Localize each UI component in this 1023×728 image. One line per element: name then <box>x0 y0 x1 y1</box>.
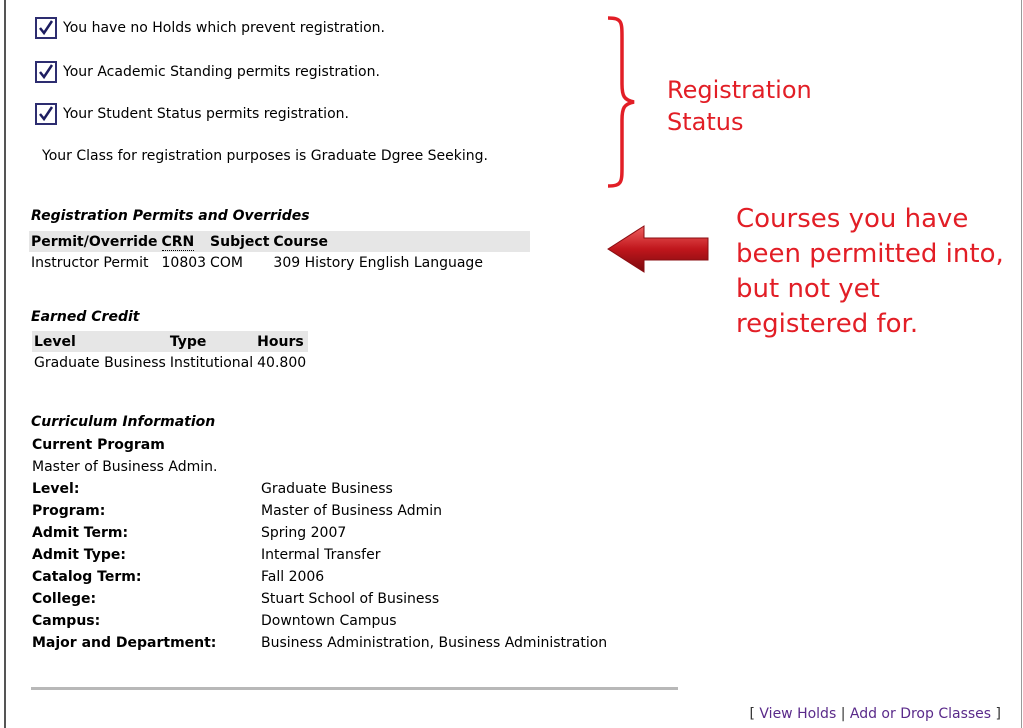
curriculum-row: Campus: Downtown Campus <box>32 610 607 632</box>
permits-table: Permit/Override CRN Subject Course Instr… <box>29 231 531 274</box>
section-divider <box>31 687 678 690</box>
curriculum-title: Curriculum Information <box>31 414 216 430</box>
earned-credit-title: Earned Credit <box>31 309 140 325</box>
earned-credit-table: Level Type Hours Graduate Business Insti… <box>32 331 309 374</box>
admit-term-value: Spring 2007 <box>261 525 347 541</box>
footer-bracket-open: [ <box>749 706 755 722</box>
student-status-text: Your Student Status permits registration… <box>63 106 349 122</box>
admit-term-label: Admit Term: <box>32 525 129 541</box>
curriculum-row: Admit Term: Spring 2007 <box>32 522 607 544</box>
level-value: Graduate Business <box>261 481 393 497</box>
campus-value: Downtown Campus <box>261 613 397 629</box>
class-statement: Your Class for registration purposes is … <box>42 148 488 164</box>
holds-status: You have no Holds which prevent registra… <box>35 17 385 39</box>
table-row: Graduate Business Institutional 40.800 <box>32 352 308 374</box>
course-cell: 309 History English Language <box>273 255 483 271</box>
left-arrow-icon <box>607 225 709 273</box>
current-program-label: Current Program <box>32 437 165 453</box>
academic-standing-text: Your Academic Standing permits registrat… <box>63 64 380 80</box>
registration-status-annotation: Registration Status <box>667 76 812 136</box>
curriculum-row: Program: Master of Business Admin <box>32 500 607 522</box>
curriculum-row: Level: Graduate Business <box>32 478 607 500</box>
level-cell: Graduate Business <box>34 355 166 371</box>
current-program-value: Master of Business Admin. <box>32 459 218 475</box>
check-icon <box>35 61 57 83</box>
crn-cell: 10803 <box>161 255 207 271</box>
curriculum-row: Admit Type: Intermal Transfer <box>32 544 607 566</box>
permits-header-row: Permit/Override CRN Subject Course <box>29 231 531 252</box>
add-drop-classes-link[interactable]: Add or Drop Classes <box>850 706 991 722</box>
view-holds-link[interactable]: View Holds <box>759 706 836 722</box>
hours-column-header: Hours <box>255 331 309 352</box>
type-column-header: Type <box>167 331 256 352</box>
level-label: Level: <box>32 481 80 497</box>
footer-links: [ View Holds | Add or Drop Classes ] <box>749 706 1001 722</box>
table-row: Instructor Permit 10803 COM 309 History … <box>29 252 530 274</box>
curriculum-row: Major and Department: Business Administr… <box>32 632 607 654</box>
student-status: Your Student Status permits registration… <box>35 103 349 125</box>
permit-cell: Instructor Permit <box>31 255 149 271</box>
permits-title: Registration Permits and Overrides <box>31 208 310 224</box>
earned-header-row: Level Type Hours <box>32 331 309 352</box>
program-value: Master of Business Admin <box>261 503 443 519</box>
holds-status-text: You have no Holds which prevent registra… <box>63 20 385 36</box>
admit-type-label: Admit Type: <box>32 547 126 563</box>
footer-bracket-close: ] <box>995 706 1001 722</box>
program-label: Program: <box>32 503 106 519</box>
major-department-label: Major and Department: <box>32 635 217 651</box>
admit-type-value: Intermal Transfer <box>261 547 381 563</box>
curriculum-row: College: Stuart School of Business <box>32 588 607 610</box>
permitted-courses-annotation: Courses you have been permitted into, bu… <box>736 204 1004 339</box>
current-program-value-row: Master of Business Admin. <box>32 456 607 478</box>
academic-standing-status: Your Academic Standing permits registrat… <box>35 61 380 83</box>
college-label: College: <box>32 591 97 607</box>
campus-label: Campus: <box>32 613 101 629</box>
catalog-term-label: Catalog Term: <box>32 569 142 585</box>
type-cell: Institutional <box>169 355 254 371</box>
crn-column-header[interactable]: CRN <box>159 231 209 252</box>
course-column-header: Course <box>271 231 531 252</box>
college-value: Stuart School of Business <box>261 591 440 607</box>
major-department-value: Business Administration, Business Admini… <box>261 635 608 651</box>
permit-column-header: Permit/Override <box>29 231 160 252</box>
level-column-header: Level <box>32 331 168 352</box>
curriculum-info: Current Program Master of Business Admin… <box>32 434 607 654</box>
curriculum-row: Catalog Term: Fall 2006 <box>32 566 607 588</box>
check-icon <box>35 103 57 125</box>
hours-cell: 40.800 <box>257 355 307 371</box>
curly-brace-icon <box>607 16 635 188</box>
catalog-term-value: Fall 2006 <box>261 569 325 585</box>
footer-divider: | <box>840 706 846 722</box>
check-icon <box>35 17 57 39</box>
current-program-label-row: Current Program <box>32 434 607 456</box>
subject-column-header: Subject <box>208 231 272 252</box>
subject-cell: COM <box>210 255 243 271</box>
